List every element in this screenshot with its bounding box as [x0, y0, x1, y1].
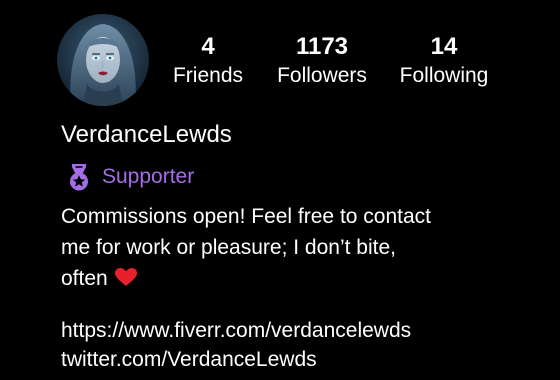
- stat-following[interactable]: 14 Following: [391, 33, 497, 91]
- profile-card: 4 Friends 1173 Followers 14 Following Ve…: [0, 0, 560, 380]
- following-label: Following: [399, 64, 489, 87]
- avatar[interactable]: [57, 14, 149, 106]
- twitter-link[interactable]: twitter.com/VerdanceLewds: [61, 345, 411, 374]
- bio-line: Commissions open! Feel free to contact: [61, 205, 432, 228]
- username: VerdanceLewds: [61, 121, 232, 148]
- bio-line: often: [61, 267, 108, 290]
- following-count: 14: [430, 33, 458, 60]
- avatar-image: [57, 14, 149, 106]
- stat-friends[interactable]: 4 Friends: [165, 33, 251, 91]
- followers-count: 1173: [295, 33, 349, 60]
- friends-count: 4: [201, 33, 215, 60]
- fiverr-link[interactable]: https://www.fiverr.com/verdancelewds: [61, 316, 411, 345]
- profile-links: https://www.fiverr.com/verdancelewds twi…: [61, 316, 411, 374]
- bio-line-last: often: [61, 263, 531, 294]
- bio: Commissions open! Feel free to contact m…: [61, 201, 531, 294]
- stats-bar: 4 Friends 1173 Followers 14 Following: [165, 33, 497, 91]
- badge-label: Supporter: [102, 165, 195, 188]
- medal-icon: [70, 164, 88, 191]
- followers-label: Followers: [277, 64, 367, 87]
- stat-followers[interactable]: 1173 Followers: [267, 33, 377, 91]
- friends-label: Friends: [172, 64, 244, 87]
- bio-line: me for work or pleasure; I don’t bite,: [61, 236, 396, 259]
- heart-icon: [114, 268, 137, 286]
- supporter-badge[interactable]: Supporter: [64, 162, 194, 192]
